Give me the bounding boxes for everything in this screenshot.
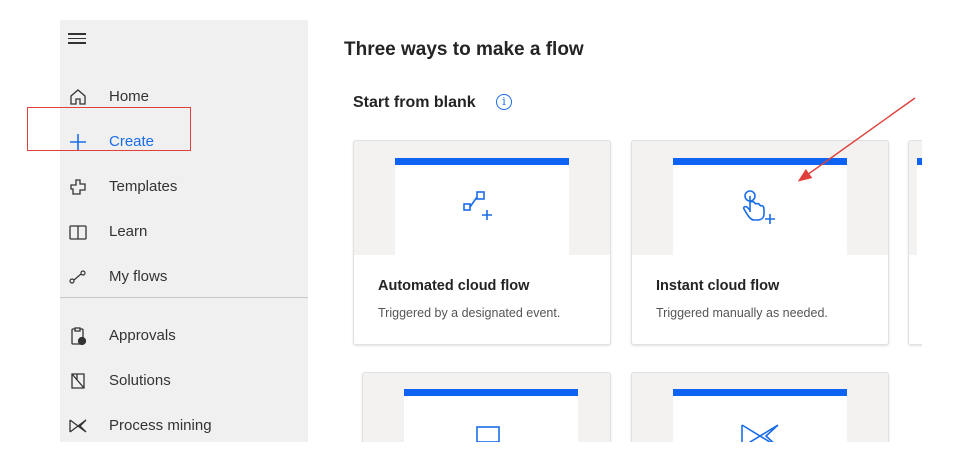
- card-preview: [354, 141, 610, 255]
- card-accent-bar: [395, 158, 569, 165]
- card-preview: [632, 141, 888, 255]
- sidebar-item-label: Home: [109, 88, 150, 105]
- card-thumbnail: [673, 158, 847, 255]
- sidebar-item-label: Process mining: [109, 417, 212, 434]
- card-preview: [363, 373, 610, 442]
- card-process-mining[interactable]: [631, 372, 889, 442]
- card-description: Triggered by a designated event.: [378, 306, 561, 320]
- sidebar-item-label: Approvals: [109, 327, 176, 344]
- desktop-flow-icon: [469, 417, 513, 442]
- left-nav: Home Create Templates Learn My flows App…: [60, 20, 308, 442]
- card-instant-cloud-flow[interactable]: Instant cloud flow Triggered manually as…: [631, 140, 889, 345]
- touch-hand-icon: [738, 188, 782, 232]
- card-accent-bar: [404, 389, 578, 396]
- info-icon[interactable]: i: [496, 94, 512, 110]
- approvals-icon: [68, 326, 88, 346]
- card-desktop-flow[interactable]: [362, 372, 611, 442]
- sidebar-item-approvals[interactable]: Approvals: [60, 316, 308, 356]
- sidebar-item-label: Solutions: [109, 372, 171, 389]
- card-title: Instant cloud flow: [656, 278, 780, 294]
- sidebar-item-learn[interactable]: Learn: [60, 212, 308, 252]
- automated-flow-icon: [460, 188, 504, 232]
- home-icon: [68, 87, 88, 107]
- card-preview: [909, 141, 922, 255]
- card-description: Triggered manually as needed.: [656, 306, 828, 320]
- sidebar-item-templates[interactable]: Templates: [60, 167, 308, 207]
- nav-divider: [60, 297, 308, 298]
- sidebar-item-label: My flows: [109, 268, 168, 285]
- sidebar-item-process-mining[interactable]: Process mining: [60, 406, 308, 442]
- card-thumbnail: [673, 389, 847, 442]
- process-mining-icon: [68, 416, 88, 436]
- book-icon: [68, 222, 88, 242]
- card-accent-bar: [917, 158, 922, 165]
- hamburger-menu-icon[interactable]: [68, 30, 86, 48]
- solutions-icon: [68, 371, 88, 391]
- page-title: Three ways to make a flow: [344, 39, 584, 60]
- templates-icon: [68, 177, 88, 197]
- flows-icon: [68, 267, 88, 287]
- card-title: Automated cloud flow: [378, 278, 530, 294]
- card-preview: [632, 373, 888, 442]
- card-thumbnail: [917, 158, 922, 255]
- process-mining-icon: [738, 417, 782, 442]
- card-partial[interactable]: [908, 140, 922, 345]
- section-title: Start from blank: [353, 94, 476, 111]
- create-highlight-annotation: [27, 107, 191, 151]
- sidebar-item-label: Learn: [109, 223, 148, 240]
- sidebar-item-label: Templates: [109, 178, 178, 195]
- main-content: Three ways to make a flow Start from bla…: [308, 20, 922, 442]
- card-automated-cloud-flow[interactable]: Automated cloud flow Triggered by a desi…: [353, 140, 611, 345]
- card-accent-bar: [673, 389, 847, 396]
- sidebar-item-solutions[interactable]: Solutions: [60, 361, 308, 401]
- card-thumbnail: [395, 158, 569, 255]
- card-thumbnail: [404, 389, 578, 442]
- card-accent-bar: [673, 158, 847, 165]
- sidebar-item-my-flows[interactable]: My flows: [60, 257, 308, 297]
